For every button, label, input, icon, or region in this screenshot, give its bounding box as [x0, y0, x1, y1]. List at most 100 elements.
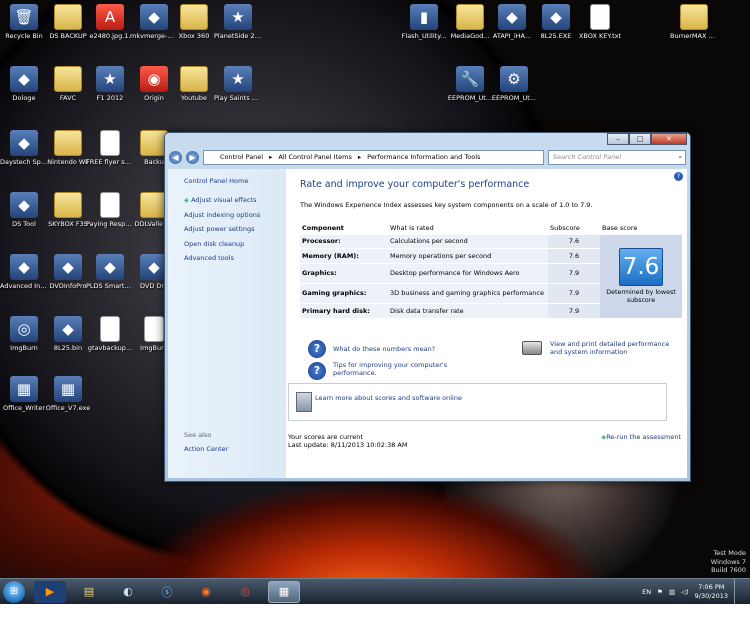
skype-icon[interactable]: ⓢ	[151, 581, 183, 603]
app-icon: ◆	[10, 66, 38, 92]
desktop-icon-label: BurnerMAX v0.15	[670, 32, 718, 40]
test-mode-watermark: Test Mode Windows 7 Build 7600	[711, 549, 746, 575]
desktop-icon[interactable]: ◆ 8L25.bin	[44, 316, 92, 352]
clock-date: 9/30/2013	[694, 592, 728, 600]
header-subscore: Subscore	[550, 223, 580, 232]
desktop-icon[interactable]: Youtube	[170, 66, 218, 102]
sidebar-adjust-indexing[interactable]: Adjust indexing options	[184, 211, 286, 219]
explorer-icon[interactable]: ▤	[73, 581, 105, 603]
text-file-icon	[100, 316, 120, 342]
desktop-icon[interactable]: ◆ ATAPI_iHA...	[488, 4, 536, 40]
sidebar-control-panel-home[interactable]: Control Panel Home	[184, 177, 286, 185]
help-icon[interactable]: ?	[674, 172, 683, 181]
origin-icon: ◉	[140, 66, 168, 92]
desktop-icon[interactable]: ★ Play Saints Row IV	[214, 66, 262, 102]
close-button[interactable]: ✕	[651, 133, 687, 145]
desktop-icon[interactable]: Ae2480.jpg.1.	[86, 4, 134, 40]
control-panel-taskbar-icon[interactable]: ▦	[268, 580, 300, 603]
desktop-icon[interactable]: FAVC	[44, 66, 92, 102]
desktop-icon[interactable]: ◎ ImgBurn	[0, 316, 48, 352]
page-title: Rate and improve your computer's perform…	[300, 179, 530, 190]
desktop-icon[interactable]: Paying Respect At...	[86, 192, 134, 228]
desktop-icon[interactable]: ★ PlanetSide 2 PS2	[214, 4, 262, 40]
desktop-icon-label: ImgBurn	[10, 344, 38, 352]
sidebar-adjust-power[interactable]: Adjust power settings	[184, 225, 286, 233]
chrome-icon[interactable]: ◎	[229, 581, 261, 603]
rated-text: Calculations per second	[388, 233, 548, 249]
folder-icon	[456, 4, 484, 30]
app-icon: ◆	[10, 192, 38, 218]
text-file-icon	[590, 4, 610, 30]
media-player-icon[interactable]: ▶	[34, 580, 66, 603]
desktop-icon[interactable]: DS BACKUP	[44, 4, 92, 40]
network-icon[interactable]: ▥	[669, 588, 675, 596]
desktop-icon-label: e2480.jpg.1.	[89, 32, 131, 40]
desktop-icon[interactable]: ▮ Flash_Utility...	[400, 4, 448, 40]
desktop-icon-label: Paying Respect At...	[86, 220, 134, 228]
desktop-icon-label: DVDInfoPro	[49, 282, 87, 290]
back-button[interactable]: ◀	[169, 150, 182, 164]
print-details-link[interactable]: View and print detailed performance and …	[550, 340, 680, 356]
volume-icon[interactable]: ◁)	[681, 588, 689, 596]
desktop-icon[interactable]: ◆ Dologe	[0, 66, 48, 102]
desktop-icon[interactable]: ▦ Office_Writer	[0, 376, 48, 412]
app-icon: ◆	[140, 4, 168, 30]
clock[interactable]: 7:06 PM 9/30/2013	[695, 583, 728, 601]
app-icon: ◆	[10, 130, 38, 156]
desktop-icon[interactable]: ◆ Daystech Specify...	[0, 130, 48, 166]
minimize-button[interactable]: –	[607, 133, 629, 145]
breadcrumb-all-items[interactable]: All Control Panel Items	[278, 151, 351, 164]
tips-link[interactable]: Tips for improving your computer's perfo…	[333, 361, 463, 377]
show-desktop-button[interactable]	[734, 579, 744, 605]
folder-icon	[54, 66, 82, 92]
desktop-icon[interactable]: ★ F1 2012	[86, 66, 134, 102]
scores-current-text: Your scores are current	[288, 433, 363, 441]
address-bar[interactable]: Control Panel ▸ All Control Panel Items …	[203, 149, 544, 165]
app-icon: ◆	[10, 254, 38, 280]
desktop-icon[interactable]: 🔧 EEPROM_Ut...	[446, 66, 494, 102]
desktop-icon[interactable]: ◆ DVDInfoPro	[44, 254, 92, 290]
window-title-bar[interactable]: – □ ✕	[165, 133, 690, 147]
desktop-icon[interactable]: ◆ 8L25.EXE	[532, 4, 580, 40]
sidebar-advanced-tools[interactable]: Advanced tools	[184, 254, 286, 262]
desktop-icon[interactable]: SKYBOX F3S	[44, 192, 92, 228]
desktop-icon[interactable]: MediaGod...	[446, 4, 494, 40]
desktop-icon[interactable]: ◆ DS Tool	[0, 192, 48, 228]
clock-time: 7:06 PM	[698, 583, 725, 591]
desktop-icon[interactable]: XBOX KEY.txt	[576, 4, 624, 40]
watermark-line: Test Mode	[713, 549, 746, 557]
daemon-tools-icon[interactable]: ◐	[112, 581, 144, 603]
header-what-rated: What is rated	[390, 223, 434, 232]
desktop-icon[interactable]: ◆ Advanced Installer 10.0	[0, 254, 48, 290]
desktop-icon[interactable]: Xbox 360	[170, 4, 218, 40]
maximize-button[interactable]: □	[629, 133, 651, 145]
action-center-link[interactable]: Action Center	[184, 445, 228, 453]
game-icon: ★	[224, 4, 252, 30]
rerun-assessment-link[interactable]: ◈Re-run the assessment	[601, 433, 681, 441]
desktop-icon-label: 8L25.bin	[53, 344, 83, 352]
start-button[interactable]: ⊞	[3, 580, 25, 603]
desktop-icon[interactable]: FREE flyer sour.txt	[86, 130, 134, 166]
tray-flag-icon[interactable]: ⚑	[657, 588, 663, 596]
language-indicator[interactable]: EN	[642, 588, 651, 596]
breadcrumb-performance[interactable]: Performance Information and Tools	[367, 151, 480, 164]
origin-taskbar-icon[interactable]: ◉	[190, 581, 222, 603]
desktop-icon[interactable]: Nintendo Wii	[44, 130, 92, 166]
learn-more-link[interactable]: Learn more about scores and software onl…	[315, 394, 465, 403]
component-label: Gaming graphics:	[300, 282, 388, 303]
forward-button[interactable]: ▶	[186, 150, 199, 164]
sidebar-disk-cleanup[interactable]: Open disk cleanup	[184, 240, 286, 248]
desktop-icon[interactable]: ▦ Office_V7.exe	[44, 376, 92, 412]
desktop-icon[interactable]: ⚙ EEPROM_Ut...	[490, 66, 538, 102]
breadcrumb-separator-icon: ▸	[357, 152, 362, 161]
desktop-icon[interactable]: gtavbackup...	[86, 316, 134, 352]
what-numbers-link[interactable]: What do these numbers mean?	[333, 345, 435, 353]
desktop-icon[interactable]: BurnerMAX v0.15	[670, 4, 718, 40]
shield-icon: ◈	[184, 196, 189, 204]
search-input[interactable]: Search Control Panel ⌕	[548, 149, 686, 165]
search-icon: ⌕	[678, 152, 682, 161]
desktop-icon[interactable]: ◆ PLDS SmartPa...	[86, 254, 134, 290]
desktop-icon[interactable]: 🗑 Recycle Bin	[0, 4, 48, 40]
sidebar-adjust-visual-effects[interactable]: ◈ Adjust visual effects	[184, 196, 286, 204]
breadcrumb-control-panel[interactable]: Control Panel	[220, 151, 263, 164]
